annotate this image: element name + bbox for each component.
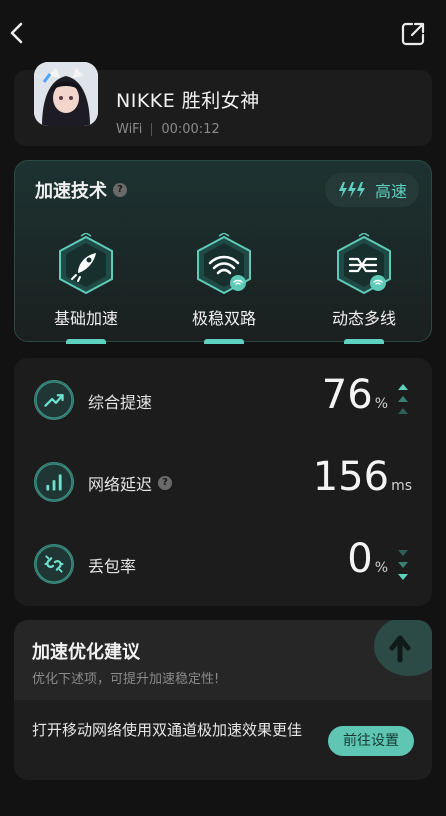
- speedup-unit: %: [374, 396, 388, 412]
- tech-item-dual[interactable]: 极稳双路: [169, 232, 279, 329]
- stat-label-loss: 丢包率: [88, 557, 137, 576]
- accel-duration: 00:00:12: [161, 122, 220, 137]
- tech-item-multi[interactable]: 动态多线: [309, 232, 419, 329]
- signal-bars-icon: [34, 462, 74, 502]
- top-bar: [0, 0, 446, 64]
- tech-label-dual: 极稳双路: [191, 309, 256, 328]
- game-title: NIKKE 胜利女神: [116, 90, 260, 112]
- trend-up-icon: [34, 380, 74, 420]
- suggestion-tip: 打开移动网络使用双通道极加速效果更佳: [32, 721, 303, 739]
- network-type: WiFi: [116, 122, 143, 137]
- speedup-number: 76: [321, 372, 373, 418]
- stat-row-latency: 网络延迟 ? 156 ms: [14, 454, 432, 514]
- game-meta: WiFi 00:00:12: [116, 122, 220, 137]
- lightning-icon: [338, 182, 365, 198]
- tech-tab-multi: [344, 339, 384, 344]
- loss-unit: %: [374, 560, 388, 576]
- wifi-dual-icon: [197, 232, 251, 295]
- speed-mode-label: 高速: [374, 182, 407, 201]
- suggestion-card: 加速优化建议 优化下述项，可提升加速稳定性! 打开移动网络使用双通道极加速效果更…: [14, 620, 432, 780]
- latency-unit: ms: [391, 478, 412, 494]
- game-card: NIKKE 胜利女神 WiFi 00:00:12: [14, 62, 432, 146]
- page: NIKKE 胜利女神 WiFi 00:00:12 加速技术 ? 高速 基础加速 …: [0, 0, 446, 816]
- help-icon[interactable]: ?: [113, 183, 127, 197]
- share-icon[interactable]: [400, 21, 426, 47]
- tech-item-basic[interactable]: 基础加速: [31, 232, 141, 329]
- stat-value-latency: 156 ms: [313, 454, 412, 500]
- stats-card: 综合提速 76 % 网络延迟 ? 156 ms 丢包率 0 %: [14, 358, 432, 606]
- broken-link-icon: [34, 544, 74, 584]
- up-arrow-decoration-icon: [374, 620, 432, 676]
- help-icon[interactable]: ?: [158, 476, 173, 490]
- multi-line-icon: [337, 232, 391, 295]
- tech-label-multi: 动态多线: [331, 309, 396, 328]
- stat-value-loss: 0 %: [347, 536, 388, 582]
- stat-row-speedup: 综合提速 76 %: [14, 372, 432, 432]
- tech-tab-basic: [66, 339, 106, 344]
- stat-value-speedup: 76 %: [322, 372, 388, 418]
- stat-label-speedup: 综合提速: [88, 393, 153, 412]
- goto-settings-button[interactable]: 前往设置: [328, 726, 414, 756]
- tech-tab-dual: [204, 339, 244, 344]
- suggestion-header: 加速优化建议 优化下述项，可提升加速稳定性!: [14, 620, 432, 700]
- suggestion-subtitle: 优化下述项，可提升加速稳定性!: [32, 672, 220, 687]
- accel-tech-title-text: 加速技术: [35, 181, 107, 202]
- loss-number: 0: [347, 536, 373, 582]
- latency-label-text: 网络延迟: [88, 475, 153, 494]
- accel-tech-card: 加速技术 ? 高速 基础加速 极稳双路 动态多线: [14, 160, 432, 344]
- latency-number: 156: [312, 454, 390, 500]
- rocket-icon: [59, 232, 113, 295]
- back-arrow-icon[interactable]: [4, 18, 30, 48]
- meta-divider: [151, 123, 153, 136]
- suggestion-title: 加速优化建议: [32, 642, 140, 663]
- game-icon: [34, 62, 98, 126]
- down-arrows-icon: [398, 550, 408, 580]
- stat-label-latency: 网络延迟 ?: [88, 471, 173, 495]
- up-arrows-icon: [398, 384, 408, 414]
- speed-mode-badge[interactable]: 高速: [325, 173, 419, 207]
- stat-row-loss: 丢包率 0 %: [14, 536, 432, 596]
- tech-label-basic: 基础加速: [53, 309, 118, 328]
- accel-tech-title: 加速技术 ?: [35, 177, 127, 203]
